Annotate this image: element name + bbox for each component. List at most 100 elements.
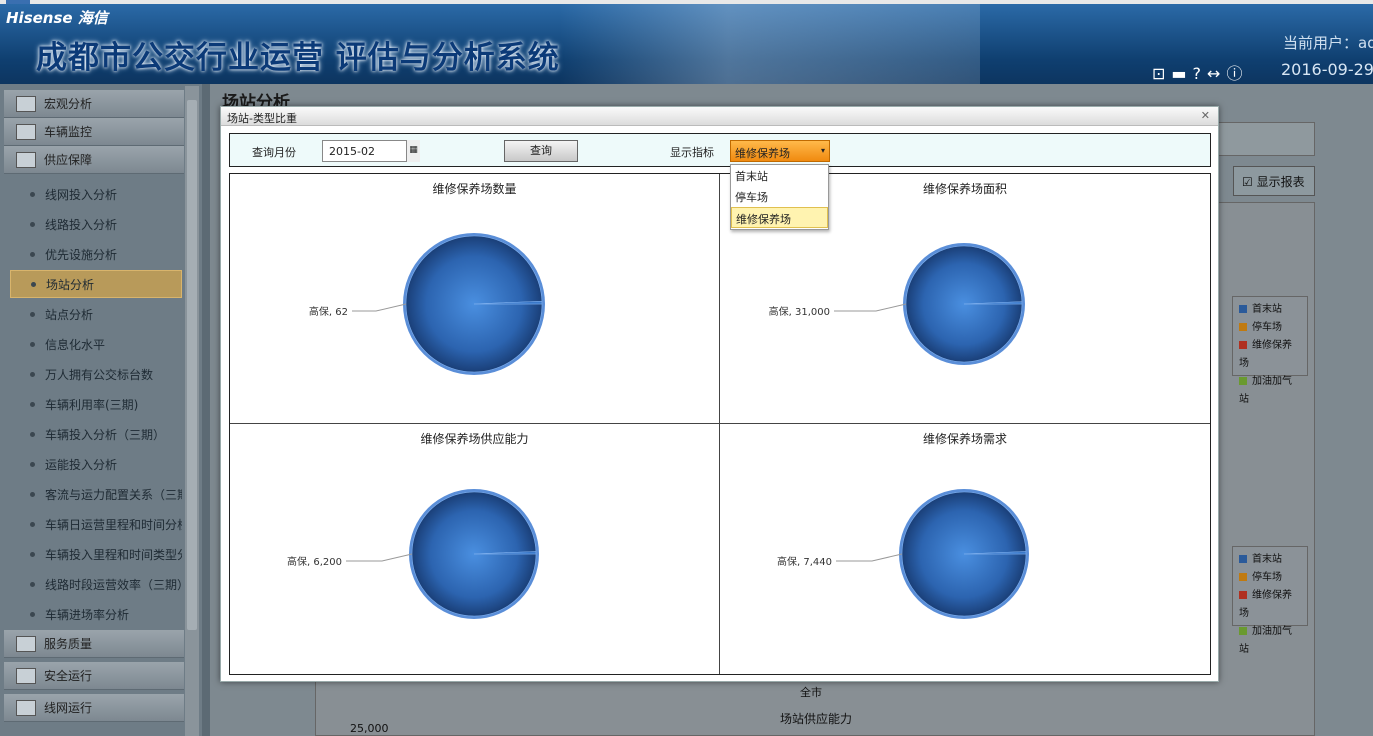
- sidebar-group-label: 安全运行: [44, 669, 93, 683]
- label-leader-line: [352, 303, 407, 312]
- sidebar-item-label: 优先设施分析: [45, 247, 118, 262]
- legend-swatch: [1239, 323, 1247, 331]
- sidebar-item-label: 车辆日运营里程和时间分析: [45, 517, 182, 532]
- sidebar-item-label: 客流与运力配置关系（三期）: [45, 487, 182, 502]
- sidebar-group-2[interactable]: 供应保障: [4, 146, 184, 174]
- sidebar-group-bottom-1[interactable]: 安全运行: [4, 662, 184, 690]
- sidebar-group-bottom-2[interactable]: 线网运行: [4, 694, 184, 722]
- legend-item: 首末站: [1239, 551, 1301, 569]
- sidebar-item-label: 车辆投入里程和时间类型分析: [45, 547, 182, 562]
- legend-item: 维修保养场: [1239, 337, 1301, 373]
- sidebar-item-label: 车辆进场率分析: [45, 607, 130, 622]
- pie-chart: 高保, 7,440: [777, 489, 1029, 619]
- sidebar-item-6[interactable]: 万人拥有公交标台数: [10, 360, 182, 388]
- sidebar-group-1[interactable]: 车辆监控: [4, 118, 184, 146]
- axis-tick: 25,000: [350, 722, 389, 735]
- sidebar-item-3[interactable]: 场站分析: [10, 270, 182, 298]
- legend-item: 加油加气站: [1239, 373, 1301, 409]
- sidebar-group-label: 线网运行: [44, 701, 93, 715]
- sidebar-item-8[interactable]: 车辆投入分析（三期）: [10, 420, 182, 448]
- sidebar-item-13[interactable]: 线路时段运营效率（三期）: [10, 570, 182, 598]
- help-icon[interactable]: ?: [1193, 64, 1202, 83]
- legend-item: 停车场: [1239, 569, 1301, 587]
- trend-icon: [16, 95, 36, 112]
- indicator-label: 显示指标: [670, 146, 714, 159]
- legend-swatch: [1239, 627, 1247, 635]
- sidebar-group-label: 车辆监控: [44, 125, 93, 139]
- sidebar-scrollbar[interactable]: [185, 86, 199, 736]
- pie-chart: 高保, 6,200: [287, 489, 539, 619]
- sidebar: 宏观分析车辆监控供应保障线网投入分析线路投入分析优先设施分析 场站分析站点分析 信息…: [0, 84, 202, 736]
- query-toolbar: 查询月份 2015-02 ▦ 查询 显示指标 维修保养场 ▾: [229, 133, 1211, 167]
- bullet-icon: [30, 221, 35, 227]
- sidebar-item-label: 场站分析: [46, 277, 95, 292]
- sidebar-group-label: 供应保障: [44, 153, 93, 167]
- legend-item: 停车场: [1239, 319, 1301, 337]
- sidebar-item-1[interactable]: 线路投入分析: [10, 210, 182, 238]
- sidebar-group-0[interactable]: 宏观分析: [4, 90, 184, 118]
- sidebar-item-label: 线路时段运营效率（三期）: [45, 577, 182, 592]
- chart-cell-1: 维修保养场数量 高保, 62: [230, 174, 720, 424]
- dropdown-option[interactable]: 维修保养场: [731, 207, 828, 228]
- sidebar-item-label: 车辆利用率(三期): [45, 397, 139, 412]
- quality-icon: [16, 635, 36, 652]
- scrollbar-thumb[interactable]: [187, 100, 197, 630]
- expand-icon[interactable]: ↔: [1207, 64, 1220, 83]
- network-icon: [16, 699, 36, 716]
- window-icon[interactable]: ▬: [1171, 64, 1186, 83]
- monitor-icon: [16, 123, 36, 140]
- current-user: 当前用户：ad: [1283, 34, 1373, 52]
- sidebar-item-4[interactable]: 站点分析: [10, 300, 182, 328]
- header-bus-banner: [560, 4, 980, 84]
- dropdown-option[interactable]: 停车场: [731, 186, 828, 207]
- sidebar-item-11[interactable]: 车辆日运营里程和时间分析: [10, 510, 182, 538]
- sidebar-item-12[interactable]: 车辆投入里程和时间类型分析: [10, 540, 182, 568]
- month-label: 查询月份: [252, 146, 296, 159]
- bullet-icon: [30, 401, 35, 407]
- header-toolbar: ⊡ ▬? ↔ ⓘ: [1152, 60, 1248, 84]
- sidebar-group-label: 服务质量: [44, 637, 93, 651]
- safety-icon: [16, 667, 36, 684]
- crop-icon[interactable]: ⊡: [1152, 64, 1165, 83]
- indicator-select[interactable]: 维修保养场 ▾: [730, 140, 830, 162]
- calendar-icon[interactable]: ▦: [406, 140, 420, 162]
- label-leader-line: [836, 553, 903, 562]
- checkbox-icon[interactable]: ☑: [1242, 175, 1253, 189]
- sidebar-item-7[interactable]: 车辆利用率(三期): [10, 390, 182, 418]
- sidebar-item-label: 车辆投入分析（三期）: [45, 427, 166, 442]
- modal-title: 场站-类型比重: [227, 112, 297, 125]
- info-icon[interactable]: ⓘ: [1226, 64, 1242, 83]
- sidebar-item-label: 线网投入分析: [45, 187, 118, 202]
- sidebar-item-2[interactable]: 优先设施分析: [10, 240, 182, 268]
- bullet-icon: [30, 311, 35, 317]
- legend-label: 首末站: [1252, 304, 1282, 315]
- legend-swatch: [1239, 377, 1247, 385]
- indicator-dropdown: 首末站 停车场 维修保养场: [730, 164, 829, 230]
- system-title: 成都市公交行业运营 评估与分析系统: [36, 40, 560, 76]
- sidebar-item-14[interactable]: 车辆进场率分析: [10, 600, 182, 628]
- legend-item: 加油加气站: [1239, 623, 1301, 659]
- bullet-icon: [30, 431, 35, 437]
- close-icon[interactable]: ✕: [1201, 109, 1210, 122]
- label-leader-line: [346, 553, 413, 562]
- pie-data-label: 高保, 31,000: [769, 305, 830, 318]
- bullet-icon: [30, 581, 35, 587]
- sidebar-item-9[interactable]: 运能投入分析: [10, 450, 182, 478]
- sidebar-item-0[interactable]: 线网投入分析: [10, 180, 182, 208]
- query-button[interactable]: 查询: [504, 140, 578, 162]
- pie-data-label: 高保, 7,440: [777, 555, 832, 568]
- indicator-value: 维修保养场: [735, 147, 790, 160]
- dropdown-option[interactable]: 首末站: [731, 165, 828, 186]
- modal-dialog: 场站-类型比重 ✕ 查询月份 2015-02 ▦ 查询 显示指标 维修保养场 ▾ …: [220, 106, 1219, 682]
- pie-data-label: 高保, 6,200: [287, 555, 342, 568]
- show-report-checkbox[interactable]: ☑ 显示报表: [1233, 166, 1315, 196]
- header-date: 2016-09-29: [1281, 60, 1373, 79]
- bullet-icon: [31, 281, 36, 287]
- sidebar-item-10[interactable]: 客流与运力配置关系（三期）: [10, 480, 182, 508]
- pie-chart: 高保, 62: [309, 233, 545, 375]
- city-label: 全市: [800, 686, 822, 699]
- chart-cell-4: 维修保养场需求 高保, 7,440: [720, 424, 1210, 674]
- sidebar-item-5[interactable]: 信息化水平: [10, 330, 182, 358]
- legend-label: 首末站: [1252, 554, 1282, 565]
- sidebar-group-bottom-0[interactable]: 服务质量: [4, 630, 184, 658]
